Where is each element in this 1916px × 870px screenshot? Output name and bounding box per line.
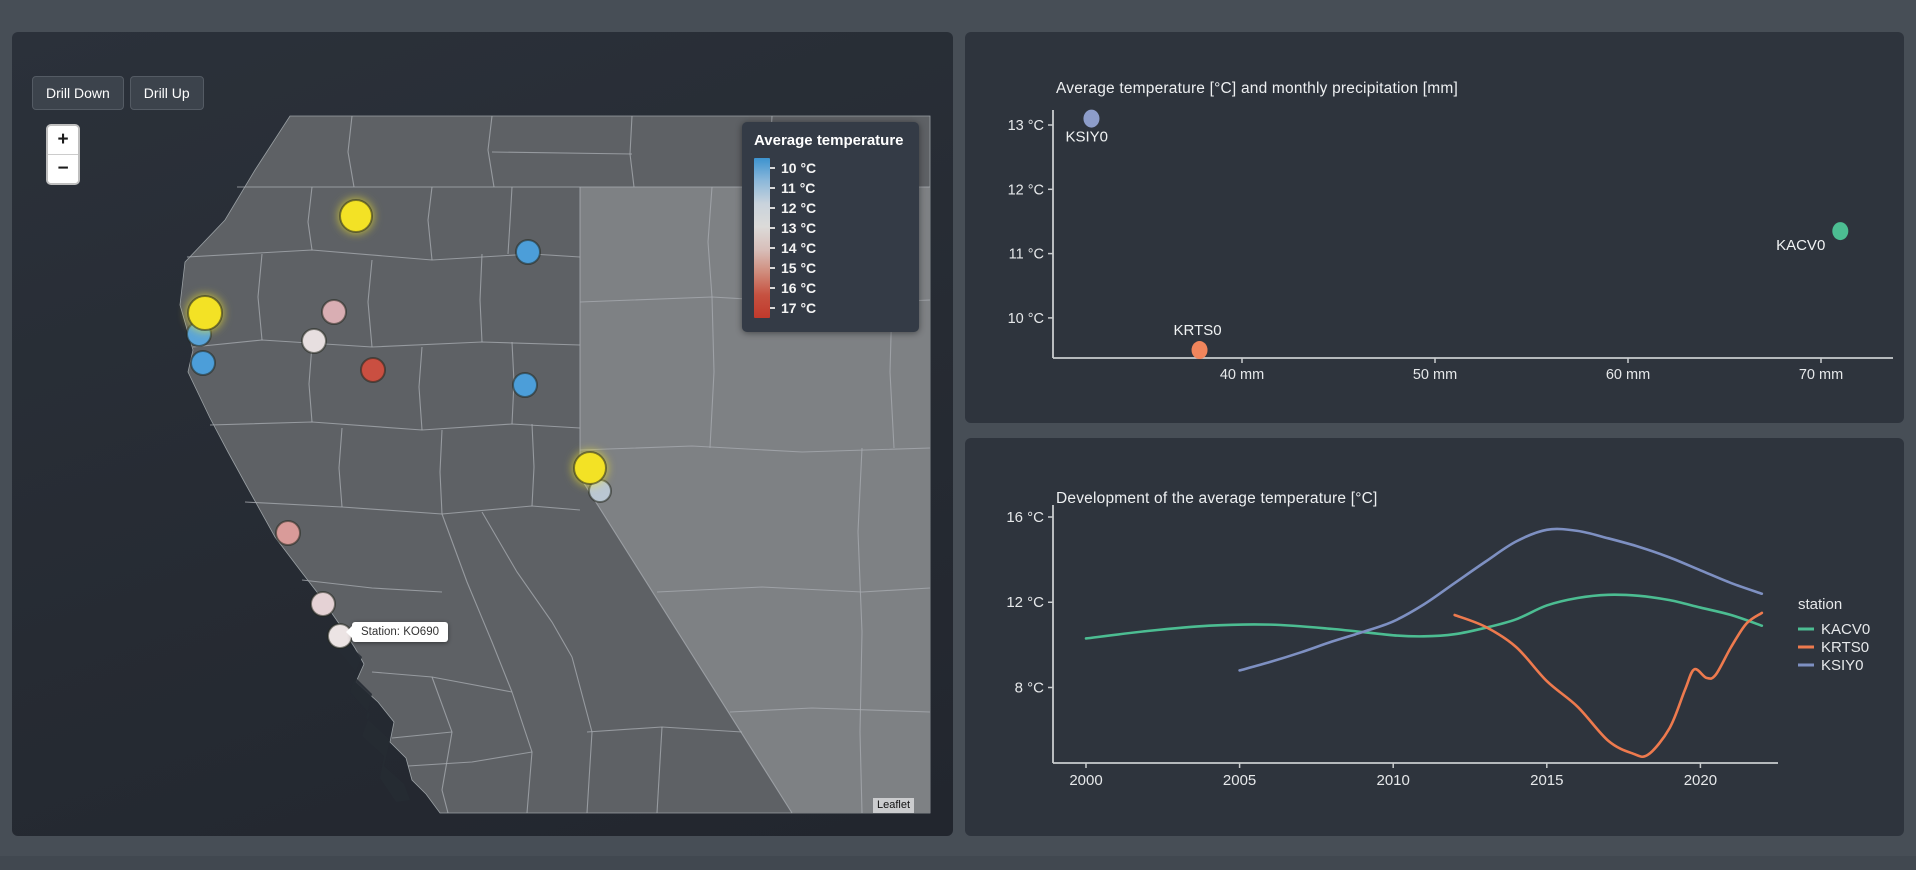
legend-tick-row: 17 °C <box>770 298 816 318</box>
station-marker[interactable] <box>361 358 385 382</box>
x-tick-label: 40 mm <box>1220 367 1264 383</box>
scatter-point-label: KRTS0 <box>1174 322 1222 339</box>
scatter-point[interactable] <box>1832 222 1848 240</box>
legend-gradient-bar <box>754 158 770 318</box>
legend-tickmark-icon <box>770 267 775 269</box>
legend-tick-row: 15 °C <box>770 258 816 278</box>
map-zoom-control: + − <box>46 124 80 185</box>
station-marker[interactable] <box>311 592 335 616</box>
legend-tickmark-icon <box>770 287 775 289</box>
legend-item-kacv0[interactable]: KACV0 <box>1821 621 1870 638</box>
legend-tickmark-icon <box>770 207 775 209</box>
station-marker[interactable] <box>276 521 300 545</box>
legend-tickmark-icon <box>770 167 775 169</box>
y-tick-label: 16 °C <box>1006 509 1044 526</box>
drill-toolbar: Drill Down Drill Up <box>32 76 204 110</box>
scatter-plot: 40 mm 50 mm 60 mm 70 mm 13 °C 12 °C 11 °C 10 °C… <box>965 32 1904 423</box>
y-tick-label: 13 °C <box>1008 118 1044 134</box>
legend-tick-row: 10 °C <box>770 158 816 178</box>
station-marker[interactable] <box>188 296 222 330</box>
legend-tick-row: 14 °C <box>770 238 816 258</box>
x-tick-label: 2015 <box>1530 772 1563 789</box>
station-tooltip: Station: KO690 <box>352 622 448 642</box>
legend-tick-row: 13 °C <box>770 218 816 238</box>
legend-tick-label: 15 °C <box>781 260 816 276</box>
scatter-panel: Average temperature [°C] and monthly pre… <box>965 32 1904 423</box>
legend-tick-label: 13 °C <box>781 220 816 236</box>
legend-title: Average temperature <box>754 132 907 149</box>
x-tick-label: 50 mm <box>1413 367 1457 383</box>
y-tick-label: 12 °C <box>1008 182 1044 198</box>
y-tick-label: 11 °C <box>1009 247 1044 263</box>
legend-tick-label: 16 °C <box>781 280 816 296</box>
legend-item-ksiy0[interactable]: KSIY0 <box>1821 657 1864 674</box>
legend-tickmark-icon <box>770 227 775 229</box>
y-tick-label: 8 °C <box>1015 679 1045 696</box>
x-tick-label: 2000 <box>1069 772 1102 789</box>
scatter-point[interactable] <box>1192 341 1208 359</box>
line-chart-panel: Development of the average temperature [… <box>965 438 1904 836</box>
y-tick-label: 12 °C <box>1006 594 1044 611</box>
legend-tick-row: 16 °C <box>770 278 816 298</box>
station-marker[interactable] <box>513 373 537 397</box>
station-marker[interactable] <box>574 452 606 484</box>
x-tick-label: 2020 <box>1684 772 1717 789</box>
x-tick-label: 60 mm <box>1606 367 1650 383</box>
map-temperature-legend: Average temperature 10 °C 11 °C 12 °C 13 °C… <box>742 122 919 332</box>
series-line-krts0 <box>1455 613 1762 757</box>
drill-up-button[interactable]: Drill Up <box>130 76 204 110</box>
legend-tick-label: 12 °C <box>781 200 816 216</box>
station-marker[interactable] <box>322 300 346 324</box>
legend-tickmark-icon <box>770 187 775 189</box>
map-panel: Drill Down Drill Up + − Average temperat… <box>12 32 953 836</box>
x-tick-label: 70 mm <box>1799 367 1843 383</box>
station-marker[interactable] <box>191 351 215 375</box>
scatter-point-label: KSIY0 <box>1065 129 1108 146</box>
zoom-out-button[interactable]: − <box>48 155 78 183</box>
station-marker[interactable] <box>516 240 540 264</box>
legend-tickmark-icon <box>770 307 775 309</box>
chart-legend-title: station <box>1798 596 1842 613</box>
legend-tick-row: 11 °C <box>770 178 816 198</box>
station-marker[interactable] <box>302 329 326 353</box>
legend-tickmark-icon <box>770 247 775 249</box>
legend-item-krts0[interactable]: KRTS0 <box>1821 639 1869 656</box>
y-tick-label: 10 °C <box>1008 311 1044 327</box>
zoom-in-button[interactable]: + <box>48 126 78 155</box>
legend-tick-label: 11 °C <box>781 180 815 196</box>
legend-tick-labels: 10 °C 11 °C 12 °C 13 °C 14 °C 15 °C 16 °C 17 °C <box>770 158 816 318</box>
drill-down-button[interactable]: Drill Down <box>32 76 124 110</box>
scatter-point[interactable] <box>1083 110 1099 128</box>
leaflet-attribution[interactable]: Leaflet <box>873 798 914 813</box>
series-line-ksiy0 <box>1240 529 1762 670</box>
scatter-point-label: KACV0 <box>1776 237 1825 254</box>
x-tick-label: 2005 <box>1223 772 1256 789</box>
legend-tick-label: 10 °C <box>781 160 816 176</box>
legend-tick-label: 14 °C <box>781 240 816 256</box>
line-chart: 2000 2005 2010 2015 2020 16 °C 12 °C 8 °C statio… <box>965 438 1904 836</box>
legend-tick-label: 17 °C <box>781 300 816 316</box>
dashboard: { "app": { "background": "#474e56", "pan… <box>0 0 1916 870</box>
x-tick-label: 2010 <box>1377 772 1410 789</box>
legend-tick-row: 12 °C <box>770 198 816 218</box>
series-line-kacv0 <box>1086 595 1762 639</box>
station-marker[interactable] <box>340 200 372 232</box>
